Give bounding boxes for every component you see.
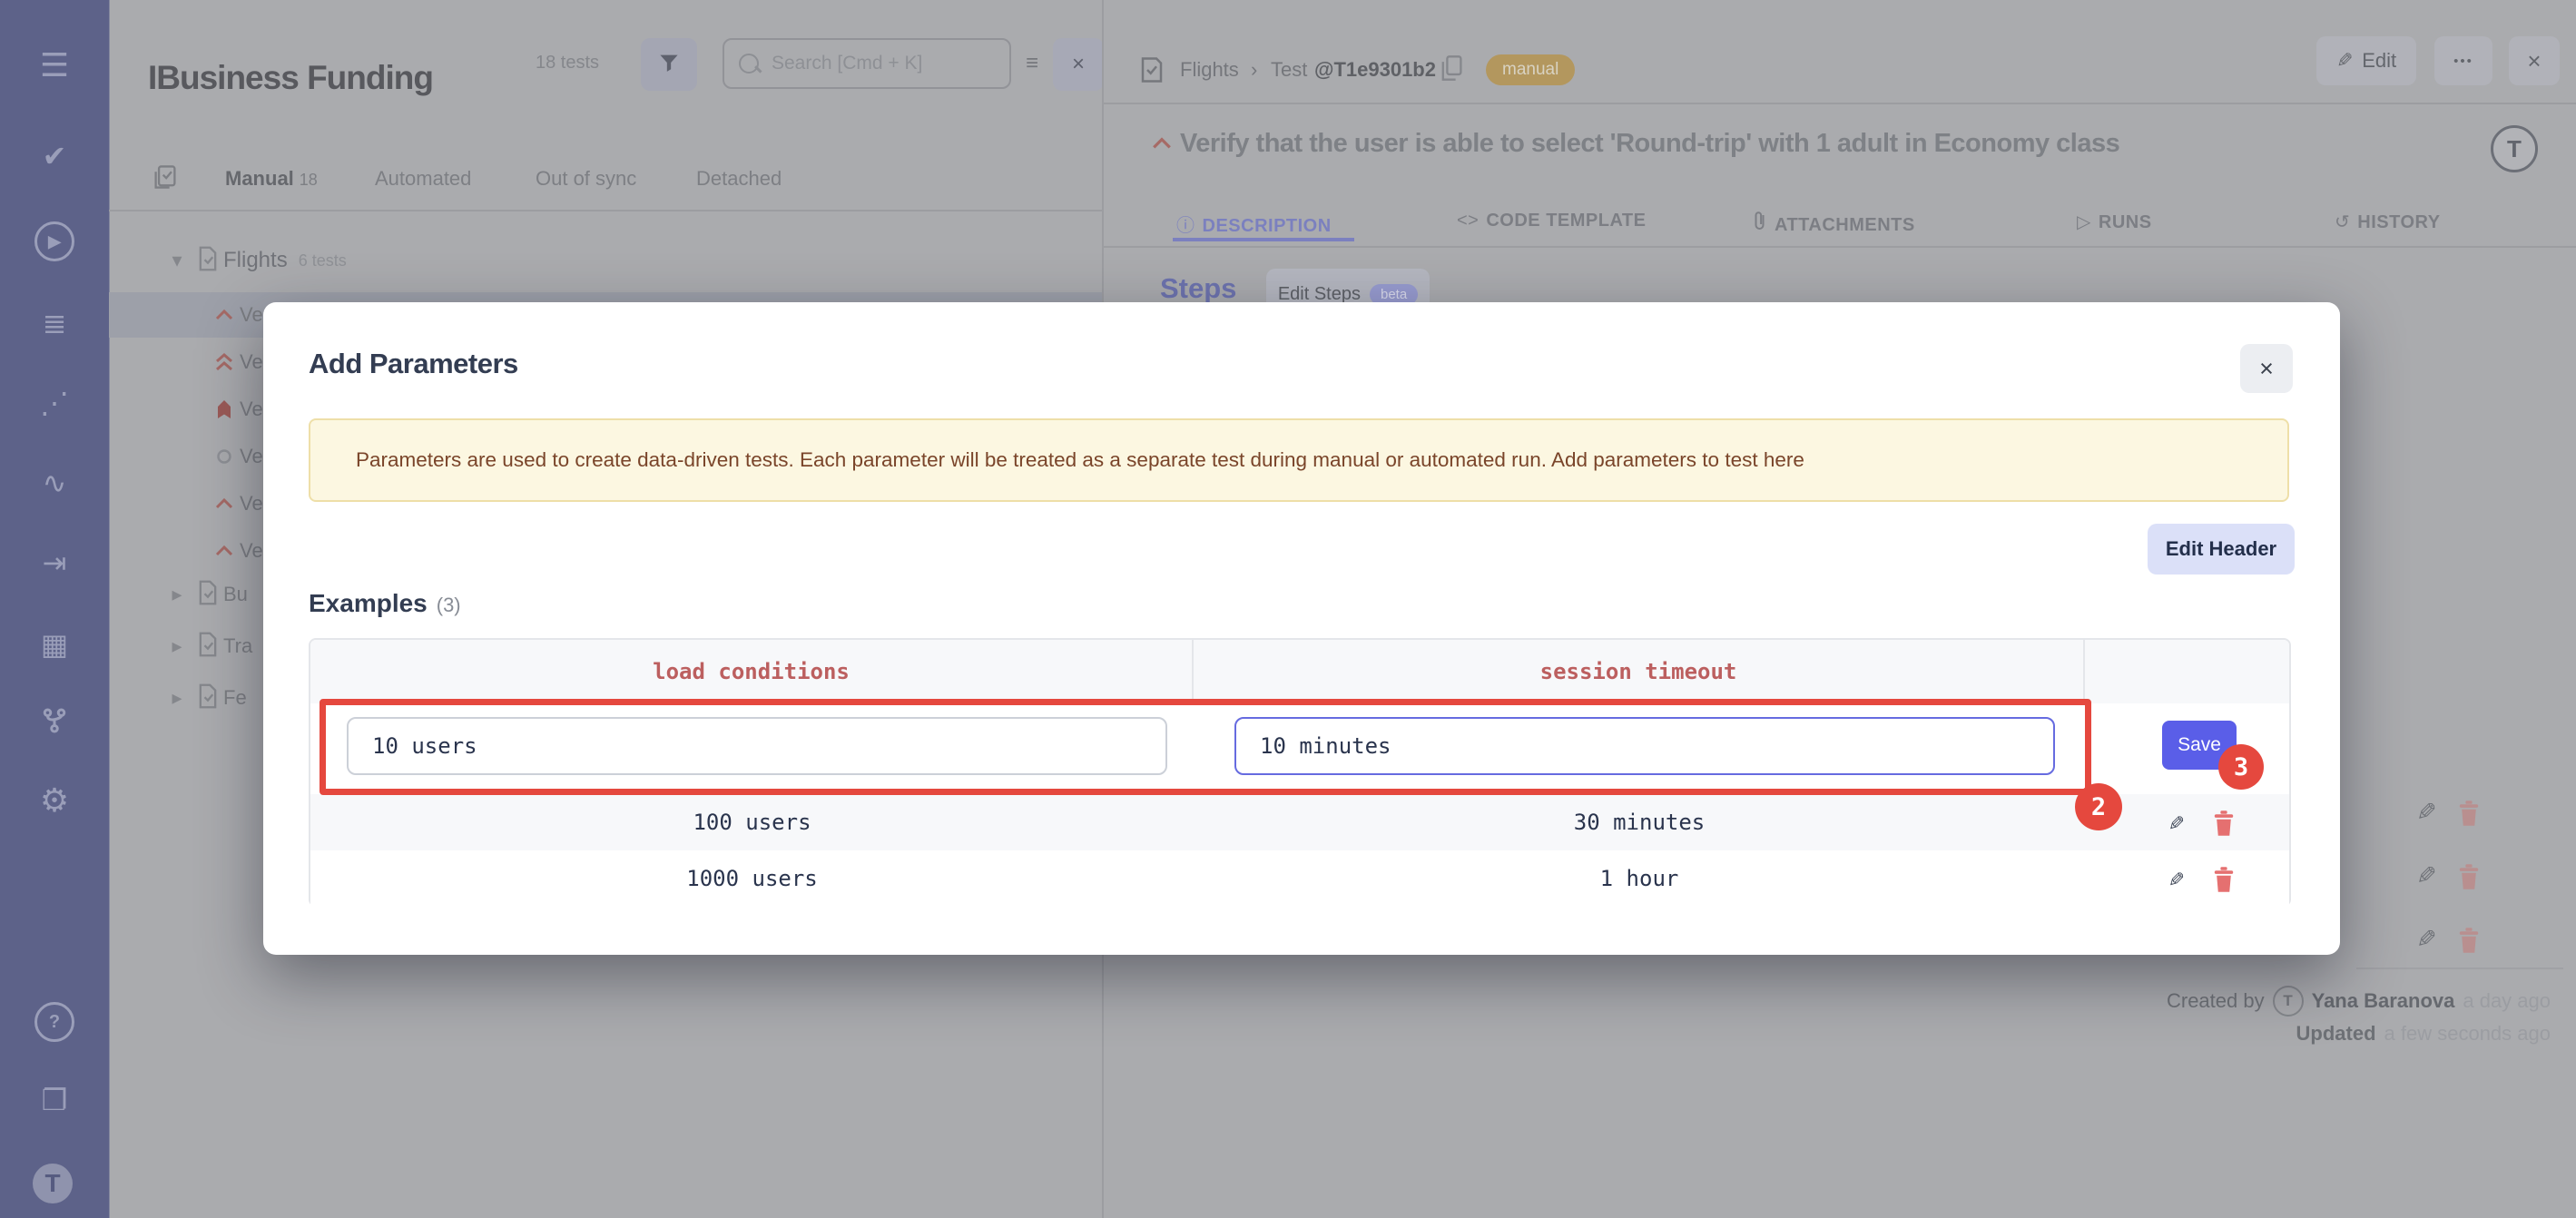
add-parameters-modal: Add Parameters × Parameters are used to …: [263, 302, 2340, 955]
column-header-load-conditions: load conditions: [310, 640, 1194, 703]
example-row: 100 users 30 minutes: [310, 794, 2289, 850]
examples-heading: Examples (3): [309, 589, 461, 618]
example-row: 1000 users 1 hour: [310, 850, 2289, 907]
load-conditions-input[interactable]: [347, 717, 1167, 775]
parameters-info-banner: Parameters are used to create data-drive…: [309, 418, 2289, 502]
cell-load-conditions: 1000 users: [686, 866, 818, 891]
modal-close-button[interactable]: ×: [2240, 344, 2293, 393]
column-header-session-timeout: session timeout: [1194, 640, 2085, 703]
modal-title: Add Parameters: [309, 348, 518, 379]
examples-count: (3): [436, 594, 461, 616]
session-timeout-input[interactable]: [1234, 717, 2055, 775]
cell-session-timeout: 1 hour: [1599, 866, 1679, 891]
app-root: ☰ ✔ ▶ ≣ ⋰ ∿ ⇥ ▦ ⚙ ? ❐ T IBusiness Fundin…: [0, 0, 2576, 1218]
examples-label: Examples: [309, 589, 428, 617]
cell-session-timeout: 30 minutes: [1573, 810, 1706, 835]
column-header-actions: [2085, 640, 2289, 703]
edit-row-pencil-icon[interactable]: ✎: [2169, 809, 2184, 837]
annotation-badge-3: 3: [2218, 744, 2264, 790]
annotation-badge-2: 2: [2075, 783, 2122, 830]
delete-row-trash-icon[interactable]: [2213, 867, 2235, 896]
edit-row-pencil-icon[interactable]: ✎: [2169, 865, 2184, 893]
examples-table: load conditions session timeout Save 2 3…: [309, 638, 2291, 907]
cell-load-conditions: 100 users: [693, 810, 811, 835]
examples-table-header: load conditions session timeout: [310, 640, 2289, 704]
parameters-info-text: Parameters are used to create data-drive…: [356, 448, 1804, 471]
edit-header-button[interactable]: Edit Header: [2148, 524, 2295, 575]
delete-row-trash-icon[interactable]: [2213, 810, 2235, 840]
